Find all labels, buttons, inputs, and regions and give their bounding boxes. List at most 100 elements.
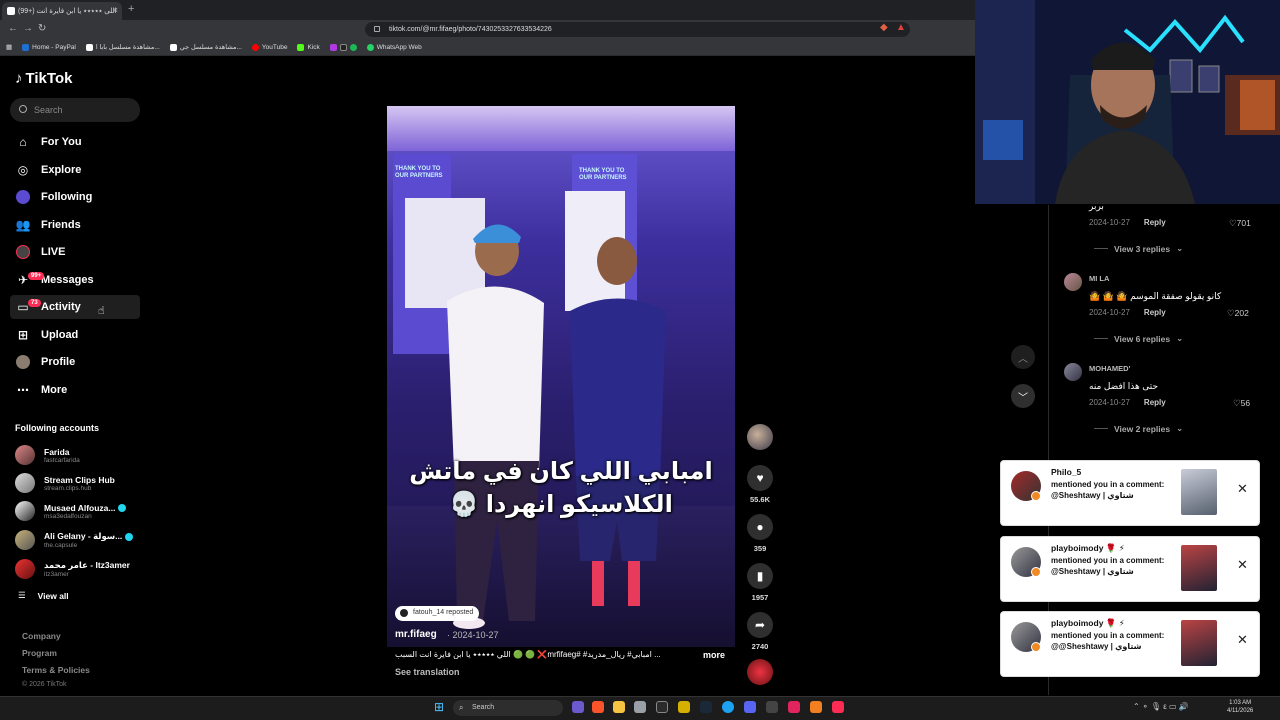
brave-shield-icon[interactable]: ◆ (880, 22, 888, 33)
comment-likes[interactable]: ♡56 (1233, 398, 1250, 409)
footer-terms[interactable]: Terms & Policies (22, 665, 90, 675)
notification-card[interactable]: playboimody 🌹 ⚡ mentioned you in a comme… (1000, 611, 1260, 677)
taskbar-search[interactable]: ⌕ Search (453, 700, 563, 716)
browser-tab-bar (0, 0, 975, 20)
brave-taskbar-icon[interactable] (592, 701, 604, 713)
reply-button[interactable]: Reply (1144, 398, 1166, 407)
nav-explore[interactable]: ◎ Explore (10, 158, 140, 182)
edge-icon[interactable] (722, 701, 734, 713)
reply-button[interactable]: Reply (1144, 218, 1166, 227)
see-translation-button[interactable]: See translation (395, 667, 460, 677)
nav-following[interactable]: Following (10, 185, 140, 209)
taskbar-app-icon[interactable] (766, 701, 778, 713)
account-musaed[interactable]: Musaed Alfouza... msa3edalfouzan (15, 499, 145, 523)
bookmark-series-1[interactable]: مشاهدة مسلسل بابا ا... (85, 43, 160, 51)
man-blue-shirt (570, 237, 666, 606)
avatar (15, 473, 35, 493)
avatar (747, 424, 773, 450)
view-replies-button[interactable]: View 6 replies ⌄ (1094, 333, 1183, 344)
notification-card[interactable]: playboimody 🌹 ⚡ mentioned you in a comme… (1000, 536, 1260, 602)
view-all-button[interactable]: ☰ View all (18, 590, 69, 601)
bookmark-youtube[interactable]: YouTube (251, 43, 287, 51)
nav-live[interactable]: LIVE (10, 240, 140, 264)
close-icon[interactable]: ✕ (1237, 557, 1248, 573)
comment-likes[interactable]: ♡202 (1227, 308, 1249, 319)
brave-rewards-icon[interactable]: ▲ (896, 22, 906, 33)
steam-icon[interactable] (700, 701, 712, 713)
discord-icon[interactable] (744, 701, 756, 713)
reload-icon[interactable]: ↻ (38, 23, 46, 34)
view-replies-button[interactable]: View 3 replies ⌄ (1094, 243, 1183, 254)
reply-button[interactable]: Reply (1144, 308, 1166, 317)
footer-program[interactable]: Program (22, 648, 57, 658)
post-photo[interactable]: THANK YOU TO OUR PARTNERS THANK YOU TO O… (387, 106, 735, 647)
comment-likes[interactable]: ♡701 (1229, 218, 1251, 229)
nav-activity[interactable]: ▭ 73 Activity (10, 295, 140, 319)
view-replies-button[interactable]: View 2 replies ⌄ (1094, 423, 1183, 434)
new-tab-icon[interactable]: + (128, 3, 134, 15)
sound-avatar[interactable] (747, 659, 773, 685)
bookmark-whatsapp[interactable]: WhatsApp Web (366, 43, 422, 51)
taskbar-clock[interactable]: 1:03 AM 4/11/2026 (1227, 699, 1253, 715)
account-stream-clips-hub[interactable]: Stream Clips Hub stream.clips.hub (15, 471, 145, 495)
comment-button[interactable]: ● 359 (747, 514, 773, 553)
avatar[interactable] (1064, 273, 1082, 291)
scroll-down-button[interactable]: ﹀ (1011, 384, 1035, 408)
notification-card[interactable]: Philo_5 mentioned you in a comment: @She… (1000, 460, 1260, 526)
system-tray-icons[interactable]: ⌃ ⚬ 🎙 ε ▭ 🔊 (1133, 702, 1189, 711)
close-icon[interactable]: ✕ (1237, 632, 1248, 648)
list-icon: ☰ (18, 590, 26, 600)
comment-username[interactable]: MI LA (1089, 274, 1109, 283)
bookmark-paypal[interactable]: Home - PayPal (22, 43, 76, 51)
windows-start-icon[interactable]: ⊞ (434, 700, 444, 714)
bookmark-misc[interactable] (329, 43, 357, 51)
bookmark-kick[interactable]: Kick (297, 43, 320, 51)
tiktok-badge-icon (1031, 491, 1041, 501)
tiktok-logo[interactable]: ♪ TikTok (15, 70, 72, 87)
tiktok-badge-icon (1031, 642, 1041, 652)
apps-icon[interactable]: ▦ (6, 43, 12, 51)
tiktok-badge-icon (1031, 567, 1041, 577)
comment-username[interactable]: MOHAMED' (1089, 364, 1130, 373)
account-itz3amer[interactable]: عامر محمد - Itz3amer itz3amer (15, 557, 145, 581)
calculator-icon[interactable] (634, 701, 646, 713)
forward-icon[interactable]: → (23, 23, 33, 34)
nav-upload[interactable]: ⊞ Upload (10, 323, 140, 347)
account-farida[interactable]: Farida fastcarfarida (15, 443, 145, 467)
close-tab-icon[interactable]: × (113, 5, 118, 15)
comment-meta: 2024-10-27 Reply (1089, 398, 1166, 407)
nav-profile[interactable]: Profile (10, 350, 140, 374)
more-button[interactable]: more (703, 650, 725, 660)
github-icon[interactable] (656, 701, 668, 713)
close-icon[interactable]: ✕ (1237, 481, 1248, 497)
nav-more[interactable]: ⋯ More (10, 378, 140, 402)
like-button[interactable]: ♥ 55.6K (747, 465, 773, 504)
bookmark-series-2[interactable]: مشاهدة مسلسل جي... (169, 43, 242, 51)
taskbar-app-icon[interactable] (810, 701, 822, 713)
taskbar-app-icon[interactable] (572, 701, 584, 713)
search-input[interactable]: Search (10, 98, 140, 122)
nav-messages[interactable]: ✈ 99+ Messages (10, 268, 140, 292)
file-explorer-icon[interactable] (613, 701, 625, 713)
nav-friends[interactable]: 👥 Friends (10, 213, 140, 237)
account-ali-gelany[interactable]: Ali Gelany - سولة... the.capsule (15, 528, 145, 552)
mouse-cursor-icon: ☝ (98, 305, 105, 317)
creator-avatar[interactable] (747, 424, 773, 450)
save-button[interactable]: ▮ 1957 (747, 563, 773, 602)
taskbar-app-icon[interactable] (788, 701, 800, 713)
back-icon[interactable]: ← (8, 23, 18, 34)
tiktok-taskbar-icon[interactable] (832, 701, 844, 713)
repost-badge[interactable]: fatouh_14 reposted (395, 606, 480, 621)
share-button[interactable]: ➦ 2740 (747, 612, 773, 651)
repost-avatar-icon (400, 609, 408, 617)
notification-thumbnail (1181, 545, 1217, 591)
avatar[interactable] (1064, 363, 1082, 381)
footer-company[interactable]: Company (22, 631, 61, 641)
nav-for-you[interactable]: ⌂ For You (10, 130, 140, 154)
taskbar-app-icon[interactable] (678, 701, 690, 713)
avatar (15, 530, 35, 550)
browser-tab[interactable]: (99+) اللی ٭٭٭٭٭ یا ابن فایرة انت × (2, 2, 122, 20)
url-field[interactable]: tiktok.com/@mr.fifaeg/photo/743025332763… (365, 22, 910, 37)
post-author[interactable]: mr.fifaeg (395, 629, 437, 640)
scroll-up-button[interactable]: ︿ (1011, 345, 1035, 369)
